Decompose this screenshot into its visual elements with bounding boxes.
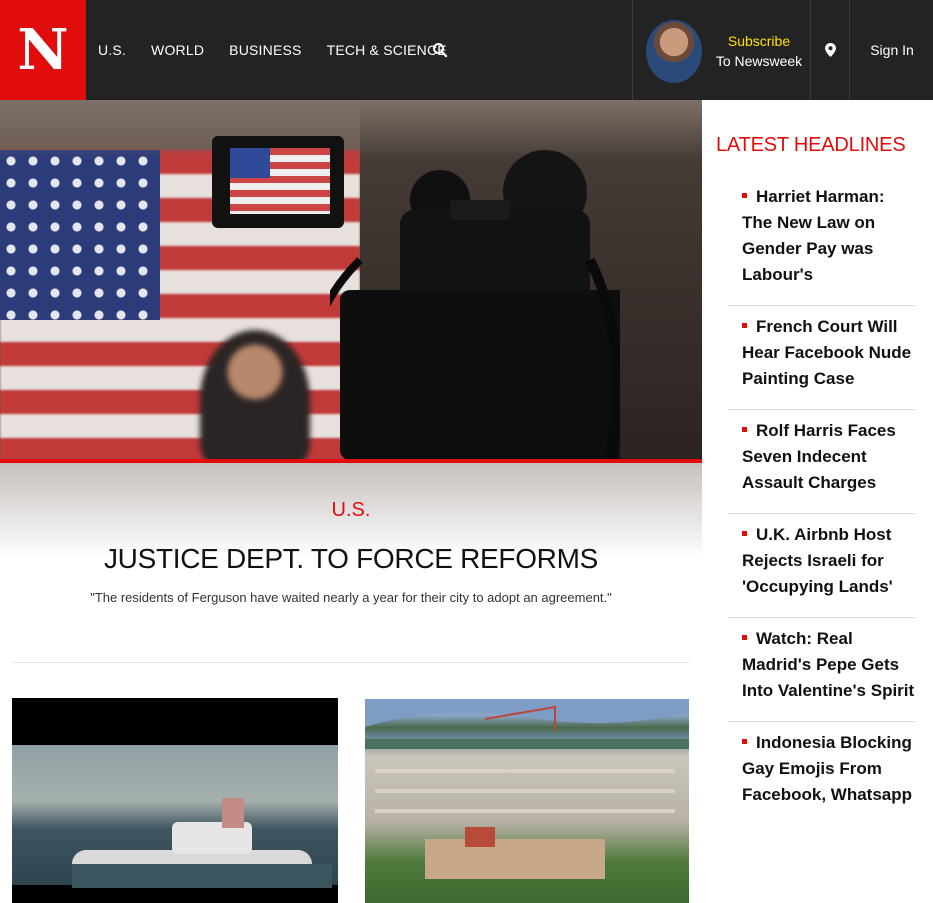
hero-image[interactable] — [0, 100, 702, 462]
headline-text-wrap: Indonesia Blocking Gay Emojis From Faceb… — [742, 730, 916, 808]
headline-text-wrap: Rolf Harris Faces Seven Indecent Assault… — [742, 418, 916, 496]
bullet-icon — [742, 323, 747, 329]
hero-headline[interactable]: JUSTICE DEPT. TO FORCE REFORMS — [0, 543, 702, 575]
headline-list: Harriet Harman: The New Law on Gender Pa… — [728, 176, 916, 825]
location-pin-icon — [825, 43, 836, 57]
headline-item[interactable]: Harriet Harman: The New Law on Gender Pa… — [728, 176, 916, 306]
logo-letter: N — [17, 17, 69, 83]
headline-text[interactable]: U.K. Airbnb Host Rejects Israeli for 'Oc… — [742, 525, 893, 596]
subscribe-promo[interactable]: Subscribe To Newsweek — [632, 0, 810, 100]
sidebar-title: LATEST HEADLINES — [716, 134, 906, 156]
location-button[interactable] — [810, 0, 850, 100]
headline-text-wrap: U.K. Airbnb Host Rejects Israeli for 'Oc… — [742, 522, 916, 600]
flag-canton — [0, 150, 160, 320]
sign-in-button[interactable]: Sign In — [851, 0, 933, 100]
subscribe-avatar — [646, 20, 702, 83]
subscribe-text[interactable]: Subscribe To Newsweek — [710, 31, 808, 71]
headline-text[interactable]: Indonesia Blocking Gay Emojis From Faceb… — [742, 733, 912, 804]
main-nav: U.S. WORLD BUSINESS TECH & SCIENCE — [98, 0, 472, 100]
story-thumbnail-flood[interactable] — [12, 698, 338, 903]
flooded-car-shape — [72, 798, 332, 888]
bullet-icon — [742, 193, 747, 199]
headline-text-wrap: Harriet Harman: The New Law on Gender Pa… — [742, 184, 916, 288]
headline-item[interactable]: Watch: Real Madrid's Pepe Gets Into Vale… — [728, 618, 916, 722]
headline-item[interactable]: Rolf Harris Faces Seven Indecent Assault… — [728, 410, 916, 514]
headline-item[interactable]: U.K. Airbnb Host Rejects Israeli for 'Oc… — [728, 514, 916, 618]
monitor-screen — [230, 148, 330, 214]
nav-item-tech-science[interactable]: TECH & SCIENCE — [327, 42, 447, 58]
bullet-icon — [742, 739, 747, 745]
bullet-icon — [742, 635, 747, 641]
subscribe-line1: Subscribe — [727, 33, 791, 49]
headline-text[interactable]: Watch: Real Madrid's Pepe Gets Into Vale… — [742, 629, 914, 700]
latest-headlines-sidebar: LATEST HEADLINES Harriet Harman: The New… — [702, 100, 933, 903]
headline-text[interactable]: French Court Will Hear Facebook Nude Pai… — [742, 317, 911, 388]
speaker-silhouette — [200, 330, 310, 462]
bullet-icon — [742, 427, 747, 433]
video-camera-silhouette — [330, 150, 620, 462]
camera-monitor — [212, 136, 344, 228]
site-header: N U.S. WORLD BUSINESS TECH & SCIENCE Sub… — [0, 0, 933, 100]
headline-text[interactable]: Rolf Harris Faces Seven Indecent Assault… — [742, 421, 896, 492]
city-aerial-shapes — [365, 699, 689, 879]
nav-item-business[interactable]: BUSINESS — [229, 42, 301, 58]
headline-item[interactable]: Indonesia Blocking Gay Emojis From Faceb… — [728, 722, 916, 825]
headline-text-wrap: French Court Will Hear Facebook Nude Pai… — [742, 314, 916, 392]
headline-item[interactable]: French Court Will Hear Facebook Nude Pai… — [728, 306, 916, 410]
nav-item-us[interactable]: U.S. — [98, 42, 126, 58]
hero-section-label[interactable]: U.S. — [0, 499, 702, 522]
subscribe-line2: To Newsweek — [715, 53, 803, 69]
content-divider — [12, 662, 690, 663]
bullet-icon — [742, 531, 747, 537]
nav-item-world[interactable]: WORLD — [151, 42, 204, 58]
headline-text-wrap: Watch: Real Madrid's Pepe Gets Into Vale… — [742, 626, 916, 704]
headline-text[interactable]: Harriet Harman: The New Law on Gender Pa… — [742, 187, 885, 284]
hero-dek: "The residents of Ferguson have waited n… — [90, 590, 612, 605]
story-thumbnail-city[interactable] — [365, 699, 689, 903]
newsweek-logo[interactable]: N — [0, 0, 86, 100]
search-icon[interactable] — [432, 42, 448, 58]
